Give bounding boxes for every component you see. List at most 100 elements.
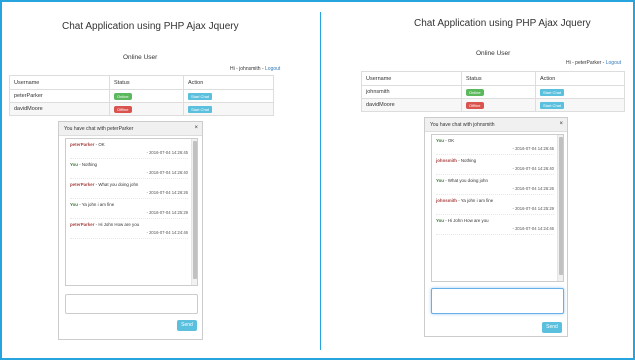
message-sender: peterParker — [70, 182, 95, 187]
chat-history[interactable]: peterParker - OK - 2016-07-04 14:26:45 Yo… — [65, 138, 198, 286]
message-text: - Hi John How are you — [94, 222, 140, 227]
chat-message: peterParker - What you doing john - 2016-… — [70, 182, 188, 199]
column-header-action: Action — [535, 71, 625, 86]
close-icon[interactable]: × — [559, 121, 563, 127]
message-text: - Hi John How are you — [443, 218, 489, 223]
message-text: - Nothing — [77, 162, 98, 167]
chat-dialog-title: You have chat with johnsmith — [430, 122, 495, 128]
chat-dialog: You have chat with peterParker × peterPa… — [58, 121, 203, 340]
user-greeting: Hi - peterParker - Logout — [566, 60, 621, 66]
message-text: - OK — [94, 142, 105, 147]
message-timestamp: - 2016-07-04 14:24:46 — [70, 230, 188, 239]
column-header-username: Username — [361, 71, 462, 86]
start-chat-button[interactable]: Start Chat — [540, 88, 565, 96]
message-input[interactable] — [431, 288, 564, 314]
username-cell: johnsmith — [361, 85, 462, 99]
close-icon[interactable]: × — [194, 125, 198, 131]
chat-message: peterParker - OK - 2016-07-04 14:26:45 — [70, 142, 188, 159]
start-chat-button[interactable]: Start Chat — [188, 92, 213, 100]
chat-message: You - Ya john i am fine - 2016-07-04 14:2… — [70, 202, 188, 219]
chat-scrollbar[interactable] — [557, 135, 563, 281]
column-header-action: Action — [183, 75, 274, 90]
message-input[interactable] — [65, 294, 198, 314]
user-greeting: Hi - johnsmith - Logout — [230, 66, 280, 72]
message-text: - What you doing john — [94, 182, 139, 187]
action-cell: Start Chat — [183, 102, 274, 116]
send-button[interactable]: Send — [542, 322, 562, 333]
users-table: Username Status Action peterParker Onlin… — [9, 75, 274, 116]
users-table: Username Status Action johnsmith Online … — [361, 71, 625, 112]
message-sender: You — [436, 218, 444, 223]
message-timestamp: - 2016-07-04 14:26:45 — [70, 150, 188, 159]
chat-message: You - Hi John How are you - 2016-07-04 14… — [436, 218, 554, 235]
action-cell: Start Chat — [535, 98, 625, 112]
status-cell: Online — [461, 85, 536, 99]
message-sender: You — [70, 162, 78, 167]
table-header-row: Username Status Action — [361, 71, 625, 86]
chat-history[interactable]: You - OK - 2016-07-04 14:26:45 johnsmith … — [431, 134, 564, 282]
table-header-row: Username Status Action — [9, 75, 274, 90]
chat-message: peterParker - Hi John How are you - 2016-… — [70, 222, 188, 239]
start-chat-button[interactable]: Start Chat — [188, 105, 213, 113]
chat-dialog-title: You have chat with peterParker — [64, 126, 134, 132]
table-row: davidMoore Offline Start Chat — [9, 102, 274, 116]
message-timestamp: - 2016-07-04 14:26:26 — [436, 186, 554, 195]
table-row: peterParker Online Start Chat — [9, 89, 274, 103]
table-row: davidMoore Offline Start Chat — [361, 98, 625, 112]
status-badge-online: Online — [114, 92, 132, 100]
message-timestamp: - 2016-07-04 14:26:45 — [436, 146, 554, 155]
username-cell: peterParker — [9, 89, 110, 103]
status-cell: Offline — [109, 102, 184, 116]
action-cell: Start Chat — [535, 85, 625, 99]
logout-link[interactable]: Logout — [606, 60, 621, 66]
message-sender: johnsmith — [436, 198, 457, 203]
message-sender: peterParker — [70, 222, 95, 227]
message-text: - Ya john i am fine — [456, 198, 494, 203]
page-title: Chat Application using PHP Ajax Jquery — [62, 21, 239, 32]
message-text: - Nothing — [456, 158, 477, 163]
chat-message: johnsmith - Ya john i am fine - 2016-07-0… — [436, 198, 554, 215]
message-timestamp: - 2016-07-04 14:25:29 — [70, 210, 188, 219]
online-user-heading: Online User — [476, 50, 511, 57]
message-timestamp: - 2016-07-04 14:26:26 — [70, 190, 188, 199]
status-cell: Online — [109, 89, 184, 103]
message-timestamp: - 2016-07-04 14:25:29 — [436, 206, 554, 215]
scrollbar-thumb[interactable] — [559, 137, 563, 275]
chat-message: You - Nothing - 2016-07-04 14:26:40 — [70, 162, 188, 179]
table-row: johnsmith Online Start Chat — [361, 85, 625, 99]
chat-scrollbar[interactable] — [191, 139, 197, 285]
chat-dialog-header: You have chat with peterParker × — [59, 122, 202, 136]
greeting-text: Hi - peterParker - — [566, 60, 606, 66]
message-timestamp: - 2016-07-04 14:26:40 — [436, 166, 554, 175]
message-timestamp: - 2016-07-04 14:26:40 — [70, 170, 188, 179]
message-list: You - OK - 2016-07-04 14:26:45 johnsmith … — [432, 135, 558, 281]
logout-link[interactable]: Logout — [265, 66, 280, 72]
send-button[interactable]: Send — [177, 320, 197, 331]
chat-dialog-header: You have chat with johnsmith × — [425, 118, 567, 132]
message-sender: peterParker — [70, 142, 95, 147]
scrollbar-thumb[interactable] — [193, 141, 197, 279]
left-chat-window: Chat Application using PHP Ajax Jquery O… — [0, 0, 318, 360]
action-cell: Start Chat — [183, 89, 274, 103]
message-list: peterParker - OK - 2016-07-04 14:26:45 Yo… — [66, 139, 192, 285]
message-sender: You — [436, 138, 444, 143]
chat-message: You - OK - 2016-07-04 14:26:45 — [436, 138, 554, 155]
status-badge-offline: Offline — [114, 105, 132, 113]
username-cell: davidMoore — [361, 98, 462, 112]
message-sender: johnsmith — [436, 158, 457, 163]
status-badge-offline: Offline — [466, 101, 484, 109]
column-header-status: Status — [109, 75, 184, 90]
status-cell: Offline — [461, 98, 536, 112]
greeting-text: Hi - johnsmith - — [230, 66, 266, 72]
start-chat-button[interactable]: Start Chat — [540, 101, 565, 109]
username-cell: davidMoore — [9, 102, 110, 116]
page-title: Chat Application using PHP Ajax Jquery — [414, 18, 591, 29]
column-header-status: Status — [461, 71, 536, 86]
panel-divider — [320, 12, 321, 350]
message-text: - OK — [443, 138, 455, 143]
message-text: - What you doing john — [443, 178, 488, 183]
message-timestamp: - 2016-07-04 14:24:46 — [436, 226, 554, 235]
online-user-heading: Online User — [123, 54, 158, 61]
status-badge-online: Online — [466, 88, 484, 96]
message-sender: You — [70, 202, 78, 207]
